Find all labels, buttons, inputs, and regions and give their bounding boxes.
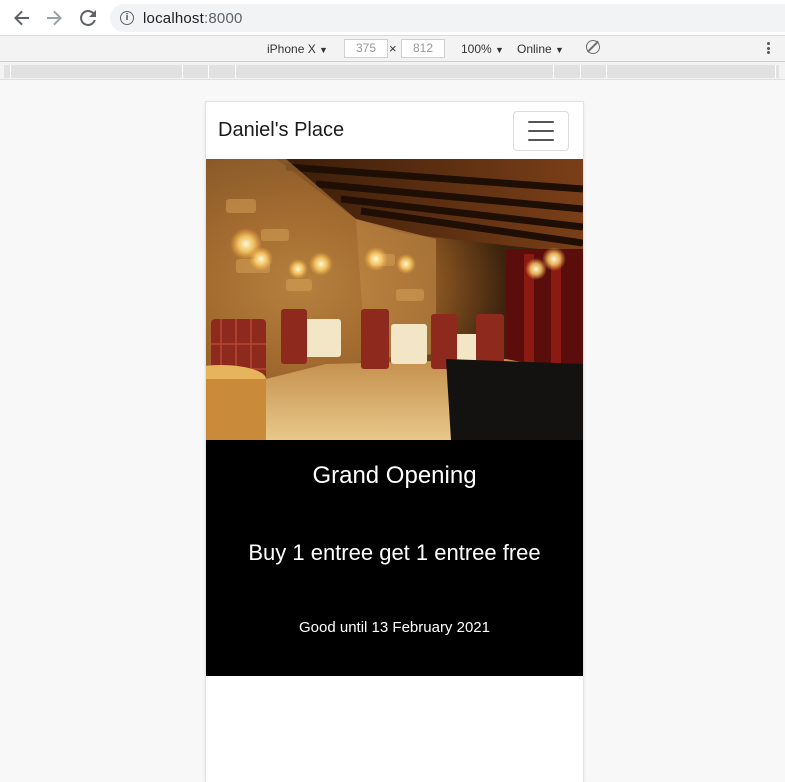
- rotate-icon[interactable]: [586, 40, 600, 54]
- device-select[interactable]: iPhone X ▼: [267, 42, 328, 56]
- ruler-divider: [775, 65, 776, 78]
- chevron-down-icon: ▼: [495, 45, 504, 55]
- promo-offer: Buy 1 entree get 1 entree free: [248, 540, 541, 565]
- device-frame: Daniel's Place Grand Opening Buy 1 entre…: [206, 102, 583, 782]
- url-port: :8000: [204, 10, 243, 27]
- media-query-bar[interactable]: [4, 65, 779, 78]
- device-viewport: Daniel's Place Grand Opening Buy 1 entre…: [0, 80, 785, 782]
- ruler-divider: [10, 65, 11, 78]
- forward-arrow-icon[interactable]: [42, 6, 66, 30]
- reload-icon[interactable]: [76, 6, 100, 30]
- site-navbar: Daniel's Place: [206, 102, 583, 159]
- dimension-x-icon: ×: [389, 41, 397, 56]
- ruler-divider: [606, 65, 607, 78]
- ruler-divider: [182, 65, 183, 78]
- promo-banner: Grand Opening Buy 1 entree get 1 entree …: [206, 440, 583, 676]
- height-input[interactable]: 812: [401, 39, 445, 58]
- ruler-divider: [580, 65, 581, 78]
- more-options-icon[interactable]: [764, 40, 772, 56]
- browser-address-bar: i localhost:8000: [0, 0, 785, 36]
- zoom-select-label: 100%: [461, 42, 492, 56]
- chevron-down-icon: ▼: [319, 45, 328, 55]
- url-text: localhost:8000: [143, 10, 243, 27]
- network-select[interactable]: Online ▼: [517, 42, 564, 56]
- info-icon[interactable]: i: [120, 11, 134, 25]
- ruler-divider: [553, 65, 554, 78]
- url-host: localhost: [143, 10, 205, 27]
- device-select-label: iPhone X: [267, 42, 316, 56]
- zoom-select[interactable]: 100% ▼: [461, 42, 504, 56]
- hamburger-menu-icon[interactable]: [513, 111, 569, 151]
- promo-validity: Good until 13 February 2021: [299, 619, 490, 636]
- network-select-label: Online: [517, 42, 552, 56]
- url-bar[interactable]: i localhost:8000: [110, 4, 785, 32]
- ruler-divider: [235, 65, 236, 78]
- promo-title: Grand Opening: [312, 462, 477, 489]
- width-input[interactable]: 375: [344, 39, 388, 58]
- ruler-divider: [208, 65, 209, 78]
- chevron-down-icon: ▼: [555, 45, 564, 55]
- device-toolbar: iPhone X ▼ 375 × 812 100% ▼ Online ▼: [0, 36, 785, 62]
- media-query-ruler: [0, 62, 785, 80]
- site-brand[interactable]: Daniel's Place: [218, 119, 344, 142]
- back-arrow-icon[interactable]: [10, 6, 34, 30]
- restaurant-interior-image: [206, 159, 583, 440]
